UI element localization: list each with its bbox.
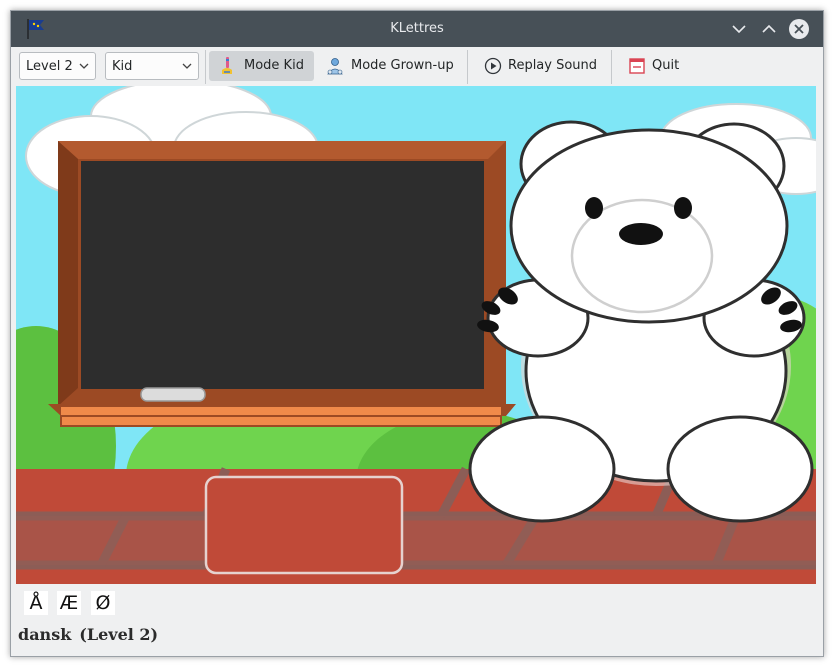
quit-button[interactable]: Quit xyxy=(619,51,689,81)
mode-select[interactable]: Kid xyxy=(105,52,199,80)
chalk xyxy=(140,387,206,402)
quit-icon xyxy=(629,58,645,74)
letter-button[interactable]: Å xyxy=(24,591,48,615)
mode-grownup-button[interactable]: Mode Grown-up xyxy=(317,51,467,81)
close-icon[interactable] xyxy=(788,18,810,40)
chevron-down-icon xyxy=(182,63,192,69)
window-title: KLettres xyxy=(390,21,444,36)
toolbar-separator xyxy=(611,50,612,84)
mode-kid-button[interactable]: Mode Kid xyxy=(209,51,314,81)
title-bar[interactable]: KLettres xyxy=(11,11,823,47)
blackboard xyxy=(48,141,516,427)
mode-kid-label: Mode Kid xyxy=(244,58,304,73)
status-bar: dansk (Level 2) xyxy=(18,625,158,644)
toolbar-separator xyxy=(205,50,206,84)
chevron-down-icon[interactable] xyxy=(729,19,749,39)
replay-sound-label: Replay Sound xyxy=(508,58,598,73)
floor-strip xyxy=(16,516,816,565)
play-circle-icon xyxy=(484,57,502,75)
toolbar: Level 2 Kid Mode Kid Mode Grown-up Repla… xyxy=(11,47,823,87)
chevron-down-icon xyxy=(79,63,89,69)
kid-icon xyxy=(222,57,232,74)
level-select-value: Level 2 xyxy=(26,59,73,74)
app-window: KLettres Level 2 Kid Mode Kid Mode Grown… xyxy=(10,10,824,657)
toolbar-separator xyxy=(467,50,468,84)
replay-sound-button[interactable]: Replay Sound xyxy=(475,51,607,81)
mode-select-value: Kid xyxy=(112,59,133,74)
chevron-up-icon[interactable] xyxy=(759,19,779,39)
level-select[interactable]: Level 2 xyxy=(19,52,96,80)
mode-grownup-label: Mode Grown-up xyxy=(351,58,454,73)
status-level: (Level 2) xyxy=(79,625,159,644)
letter-button[interactable]: Ø xyxy=(91,591,115,615)
answer-box xyxy=(204,475,404,575)
game-scene xyxy=(16,86,816,584)
letter-button[interactable]: Æ xyxy=(57,591,81,615)
grownup-icon xyxy=(327,58,343,75)
quit-label: Quit xyxy=(652,58,680,73)
status-language: dansk xyxy=(18,625,72,644)
